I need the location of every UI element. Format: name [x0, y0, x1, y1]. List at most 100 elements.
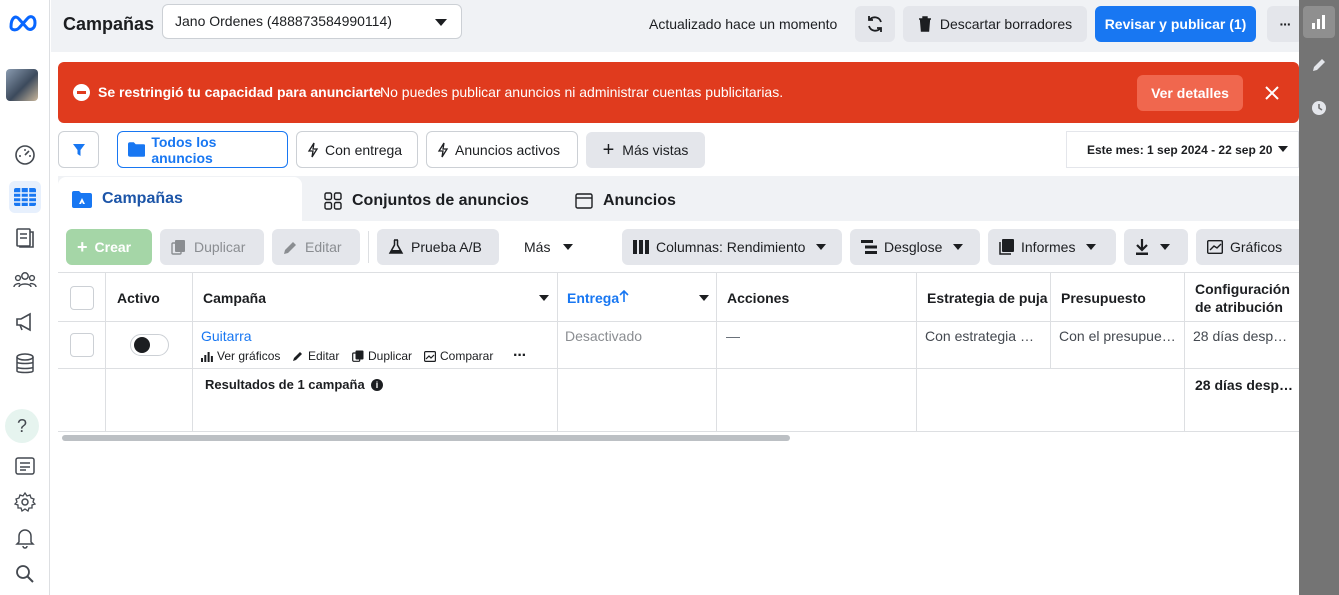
top-bar: Campañas Jano Ordenes (488873584990114) …: [51, 0, 1303, 52]
lightning-icon: [437, 142, 449, 157]
billing-database-icon[interactable]: [9, 348, 41, 380]
tab-ad-sets-label: Conjuntos de anuncios: [352, 192, 529, 209]
row-select-checkbox[interactable]: [70, 333, 94, 357]
column-header-active[interactable]: Activo: [117, 290, 160, 306]
pencil-icon: [293, 352, 302, 361]
summary-attribution-value: 28 días después: [1195, 377, 1295, 393]
column-header-actions[interactable]: Acciones: [727, 290, 789, 306]
review-publish-button[interactable]: Revisar y publicar (1): [1095, 6, 1256, 42]
more-views-label: Más vistas: [622, 142, 689, 158]
campaign-active-toggle[interactable]: [130, 334, 169, 356]
line-chart-icon: [1207, 240, 1223, 254]
dashboard-gauge-icon[interactable]: [9, 139, 41, 171]
duplicate-icon: [171, 240, 185, 255]
megaphone-icon[interactable]: [9, 306, 41, 338]
breakdown-button[interactable]: Desglose: [850, 229, 980, 265]
search-icon[interactable]: [9, 558, 41, 590]
column-header-campaign[interactable]: Campaña: [203, 290, 266, 306]
audiences-icon[interactable]: [9, 264, 41, 296]
view-with-delivery[interactable]: Con entrega: [296, 131, 418, 168]
filter-icon: [72, 143, 85, 156]
charts-button[interactable]: Gráficos: [1196, 229, 1299, 265]
edit-label: Editar: [305, 239, 342, 255]
ab-test-button[interactable]: Prueba A/B: [377, 229, 499, 265]
edit-link-label: Editar: [308, 349, 340, 363]
compare-link[interactable]: Comparar: [424, 349, 493, 363]
bar-chart-icon[interactable]: [1303, 6, 1335, 38]
plus-icon: +: [602, 139, 615, 161]
select-all-checkbox[interactable]: [70, 286, 94, 310]
help-icon[interactable]: ?: [5, 409, 39, 443]
view-active-ads-label: Anuncios activos: [455, 141, 561, 158]
export-button[interactable]: [1124, 229, 1188, 265]
news-feed-icon[interactable]: [9, 450, 41, 482]
compare-link-label: Comparar: [440, 349, 494, 363]
more-options-button[interactable]: ···: [1267, 6, 1303, 42]
refresh-button[interactable]: [855, 6, 895, 42]
tab-campaigns-label: Campañas: [102, 190, 183, 207]
view-all-ads[interactable]: Todos los anuncios: [117, 131, 288, 168]
lightning-icon: [307, 142, 319, 157]
duplicate-link[interactable]: Duplicar: [352, 349, 412, 363]
tab-ads[interactable]: Anuncios: [561, 181, 805, 221]
view-details-button[interactable]: Ver detalles: [1137, 75, 1243, 111]
warning-minus-icon: [73, 84, 90, 101]
pencil-icon: [284, 241, 296, 254]
refresh-icon: [868, 16, 882, 32]
columns-label: Columnas: Rendimiento: [656, 239, 806, 255]
plus-icon: +: [77, 237, 88, 257]
chevron-down-icon[interactable]: [699, 295, 709, 301]
account-selector[interactable]: Jano Ordenes (488873584990114): [162, 4, 462, 39]
duplicate-button[interactable]: Duplicar: [160, 229, 264, 265]
results-summary-label: Resultados de 1 campaña: [205, 377, 365, 392]
view-active-ads[interactable]: Anuncios activos: [426, 131, 578, 168]
horizontal-scrollbar[interactable]: [62, 435, 790, 441]
discard-drafts-label: Descartar borradores: [939, 16, 1073, 32]
column-header-budget[interactable]: Presupuesto: [1061, 290, 1146, 306]
meta-logo-icon[interactable]: [8, 12, 38, 32]
chevron-down-icon[interactable]: [539, 295, 549, 301]
avatar[interactable]: [6, 69, 38, 101]
grid-icon: [324, 192, 342, 210]
row-more-options-icon[interactable]: ···: [513, 348, 527, 364]
sort-ascending-icon[interactable]: [619, 289, 629, 303]
column-header-attribution-line2[interactable]: de atribución: [1195, 299, 1283, 315]
bid-strategy-value: Con estrategia de puja: [925, 328, 1041, 344]
discard-drafts-button[interactable]: Descartar borradores: [903, 6, 1087, 42]
tab-ad-sets[interactable]: Conjuntos de anuncios: [310, 181, 553, 221]
ads-manager-table-icon[interactable]: [9, 181, 41, 213]
column-header-bid-strategy[interactable]: Estrategia de puja: [927, 290, 1048, 306]
reports-button[interactable]: Informes: [988, 229, 1116, 265]
reports-icon: [999, 239, 1014, 255]
edit-button[interactable]: Editar: [272, 229, 360, 265]
chevron-down-icon: [563, 244, 574, 250]
campaign-name-link[interactable]: Guitarra: [201, 328, 252, 344]
folder-icon: [128, 142, 146, 157]
edit-link[interactable]: Editar: [292, 349, 339, 363]
tab-campaigns[interactable]: Campañas: [58, 177, 302, 221]
bar-chart-icon: [201, 351, 213, 362]
column-header-attribution-line1[interactable]: Configuración: [1195, 281, 1290, 297]
notifications-bell-icon[interactable]: [9, 522, 41, 554]
create-button[interactable]: + Crear: [66, 229, 152, 265]
pencil-icon[interactable]: [1303, 49, 1335, 81]
duplicate-icon: [352, 350, 364, 362]
ad-window-icon: [575, 193, 593, 209]
history-clock-icon[interactable]: [1303, 92, 1335, 124]
settings-gear-icon[interactable]: [9, 486, 41, 518]
duplicate-link-label: Duplicar: [368, 349, 413, 363]
filter-button[interactable]: [58, 131, 99, 168]
more-actions-button[interactable]: Más: [513, 229, 583, 265]
view-with-delivery-label: Con entrega: [325, 141, 403, 158]
close-icon[interactable]: [1262, 83, 1282, 103]
date-range-picker[interactable]: Este mes: 1 sep 2024 - 22 sep 2024: [1066, 131, 1299, 168]
breakdown-icon: [861, 240, 877, 254]
info-icon[interactable]: i: [371, 379, 383, 391]
column-header-delivery[interactable]: Entrega: [567, 290, 619, 306]
right-side-panel: [1299, 0, 1339, 595]
view-charts-link[interactable]: Ver gráficos: [201, 349, 280, 363]
pages-icon[interactable]: [9, 222, 41, 254]
columns-button[interactable]: Columnas: Rendimiento: [622, 229, 842, 265]
duplicate-label: Duplicar: [194, 239, 246, 255]
more-views-button[interactable]: + Más vistas: [586, 132, 705, 168]
